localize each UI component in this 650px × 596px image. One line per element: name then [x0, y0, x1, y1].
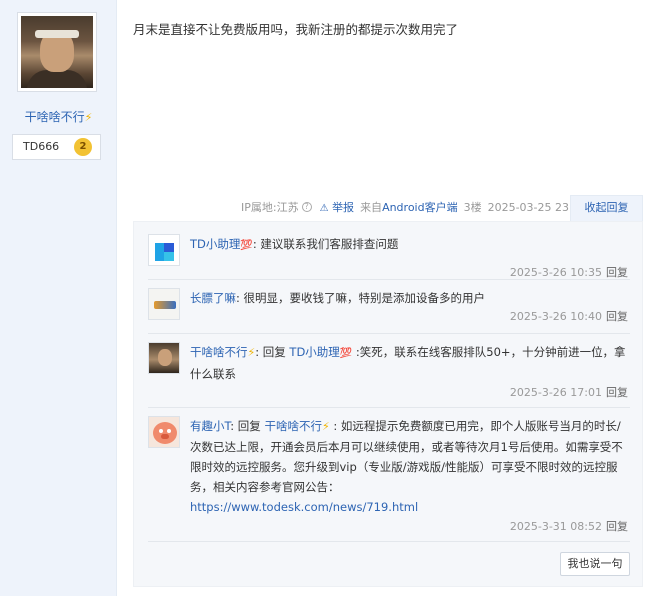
reply-time-row: 2025-3-26 10:35 回复 — [510, 264, 628, 280]
author-avatar[interactable] — [17, 12, 97, 92]
reply-item: 有趣小T: 回复 干啥啥不行⚡ : 如远程提示免费额度已用完，即个人版账号当月的… — [148, 416, 628, 534]
reply-item: TD小助理💯: 建议联系我们客服排查问题 2025-3-26 10:35 回复 — [148, 234, 628, 282]
divider — [148, 541, 630, 542]
reply-text: 有趣小T: 回复 干啥啥不行⚡ : 如远程提示免费额度已用完，即个人版账号当月的… — [190, 416, 630, 517]
reply-time: 2025-3-26 17:01 — [509, 386, 602, 399]
reply-avatar[interactable] — [148, 288, 180, 320]
reply-item: 长膘了嘛: 很明显，要收钱了嘛，特别是添加设备多的用户 2025-3-26 10… — [148, 288, 628, 336]
question-icon[interactable]: ? — [301, 202, 312, 212]
reply-button[interactable]: 回复 — [606, 386, 628, 399]
report-label: 举报 — [332, 201, 355, 214]
post-content: 月末是直接不让免费版用吗，我新注册的都提示次数用完了 — [133, 22, 459, 37]
reply-avatar[interactable] — [148, 342, 180, 374]
warning-icon: ⚠ — [319, 203, 329, 214]
reply-time: 2025-3-26 10:40 — [509, 310, 602, 323]
reply-time-row: 2025-3-26 17:01 回复 — [510, 384, 628, 400]
reply-text: 长膘了嘛: 很明显，要收钱了嘛，特别是添加设备多的用户 — [190, 288, 630, 308]
add-comment-button[interactable]: 我也说一句 — [560, 552, 630, 576]
reply-username[interactable]: 有趣小T — [190, 419, 230, 433]
author-panel: 干啥啥不行⚡ TD666 2 — [0, 0, 117, 596]
level-badge[interactable]: TD666 2 — [12, 134, 101, 160]
reply-text: TD小助理💯: 建议联系我们客服排查问题 — [190, 234, 630, 256]
reply-avatar[interactable] — [148, 416, 180, 448]
reply-target-username[interactable]: TD小助理 — [289, 345, 339, 359]
reply-time: 2025-3-26 10:35 — [509, 266, 602, 279]
reply-target-username[interactable]: 干啥啥不行 — [264, 419, 322, 433]
lightning-icon: ⚡ — [321, 420, 330, 433]
author-username-text[interactable]: 干啥啥不行 — [25, 110, 85, 124]
reply-message: : 建议联系我们客服排查问题 — [252, 237, 399, 251]
hundred-points-icon: 💯 — [240, 240, 253, 251]
divider — [148, 279, 630, 280]
divider — [148, 333, 630, 334]
reply-button[interactable]: 回复 — [606, 520, 628, 533]
source-prefix: 来自 — [360, 201, 383, 214]
reply-avatar[interactable] — [148, 234, 180, 266]
reply-message: : 很明显，要收钱了嘛，特别是添加设备多的用户 — [236, 291, 486, 305]
post-meta: IP属地:江苏 ? ⚠ 举报 来自 Android客户端 3楼 2025-03-2… — [241, 199, 587, 215]
ip-location: IP属地:江苏 — [241, 201, 299, 214]
divider — [148, 407, 630, 408]
reply-username[interactable]: TD小助理 — [190, 237, 240, 251]
replies-panel: TD小助理💯: 建议联系我们客服排查问题 2025-3-26 10:35 回复 长… — [133, 221, 643, 587]
reply-button[interactable]: 回复 — [606, 266, 628, 279]
collapse-replies-button[interactable]: 收起回复 — [570, 195, 643, 221]
level-name: TD666 — [23, 140, 60, 153]
reply-username[interactable]: 干啥啥不行 — [190, 345, 248, 359]
reply-text: 干啥啥不行⚡: 回复 TD小助理💯 :笑死，联系在线客服排队50+，十分钟前进一… — [190, 342, 630, 384]
level-number: 2 — [74, 138, 92, 156]
hundred-points-icon: 💯 — [339, 348, 353, 359]
reply-item: 干啥啥不行⚡: 回复 TD小助理💯 :笑死，联系在线客服排队50+，十分钟前进一… — [148, 342, 628, 410]
floor-number: 3楼 — [463, 201, 482, 214]
android-client-link[interactable]: Android客户端 — [382, 199, 458, 215]
report-link[interactable]: ⚠ 举报 — [320, 199, 354, 215]
reply-button[interactable]: 回复 — [606, 310, 628, 323]
reply-word: : 回复 — [255, 345, 290, 359]
reply-time: 2025-3-31 08:52 — [509, 520, 602, 533]
reply-username[interactable]: 长膘了嘛 — [190, 291, 236, 305]
reply-time-row: 2025-3-31 08:52 回复 — [510, 518, 628, 534]
lightning-icon: ⚡ — [84, 111, 93, 124]
author-username[interactable]: 干啥啥不行⚡ — [0, 108, 117, 125]
news-link[interactable]: https://www.todesk.com/news/719.html — [190, 500, 418, 514]
reply-word: : 回复 — [230, 419, 265, 433]
reply-time-row: 2025-3-26 10:40 回复 — [510, 308, 628, 324]
